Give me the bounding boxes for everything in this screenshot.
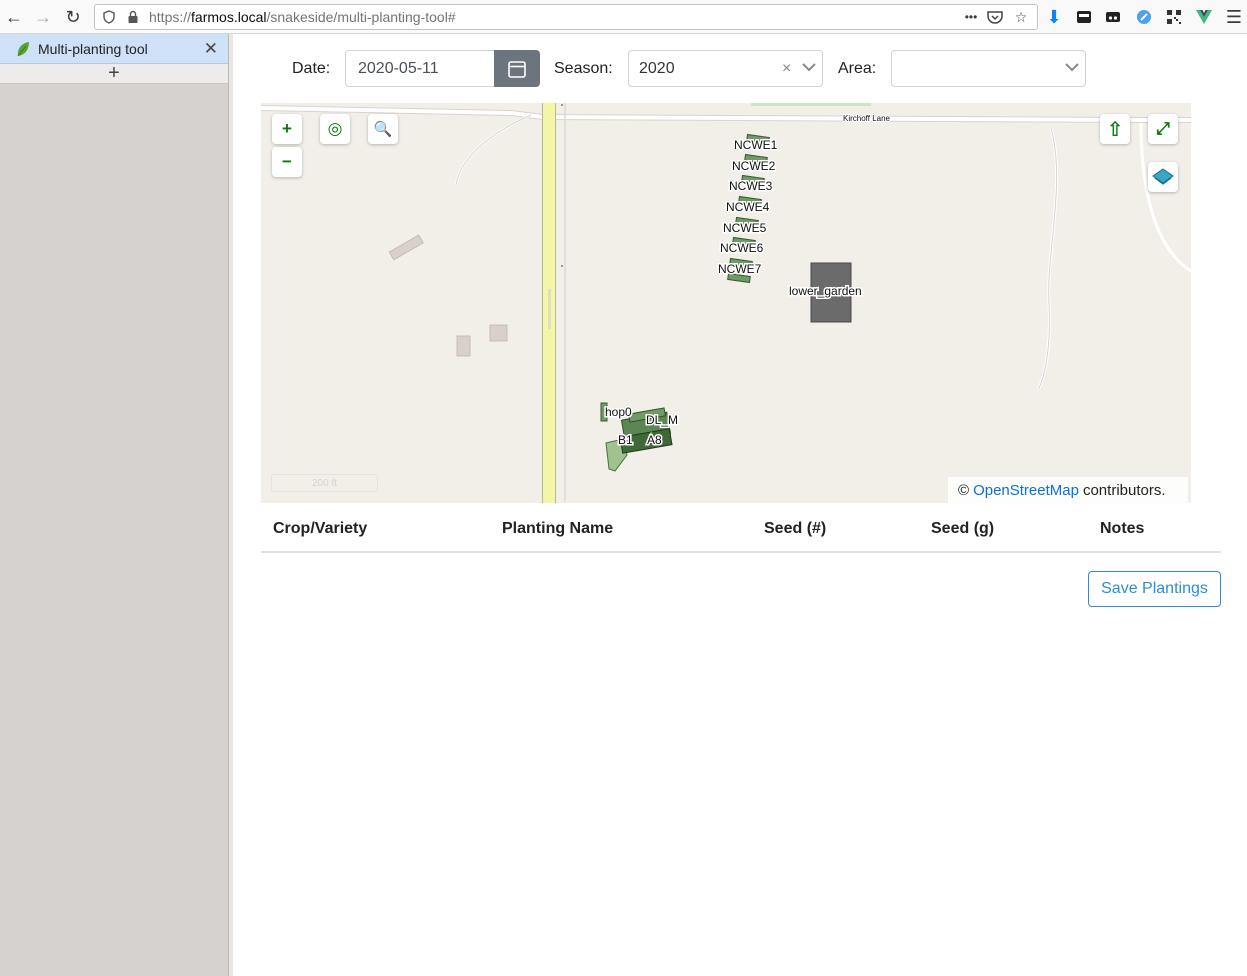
shield-icon[interactable] (99, 7, 119, 27)
save-plantings-button[interactable]: Save Plantings (1088, 571, 1221, 607)
fullscreen-icon[interactable]: ⤢ (1148, 114, 1178, 144)
area-label-ncwe3[interactable]: NCWE3 (728, 178, 775, 195)
north-arrow-icon[interactable]: ⇧ (1100, 114, 1130, 144)
openstreetmap-link[interactable]: OpenStreetMap (973, 482, 1079, 499)
season-value: 2020 (639, 59, 675, 77)
calendar-button[interactable] (494, 50, 540, 87)
column-planting-name: Planting Name (502, 520, 614, 537)
search-icon[interactable]: 🔍 (368, 114, 398, 144)
area-label-b1[interactable]: B1 (617, 432, 635, 449)
area-label: Area: (838, 60, 877, 77)
sidebar-tab-label: Multi-planting tool (38, 40, 148, 57)
downloads-icon[interactable]: ⬇ (1042, 5, 1066, 29)
area-label-hop0[interactable]: hop0 (604, 404, 634, 421)
area-label-ncwe1[interactable]: NCWE1 (733, 137, 780, 154)
area-label-ncwe5[interactable]: NCWE5 (722, 220, 769, 237)
area-label-a8[interactable]: A8 (646, 432, 664, 449)
season-label: Season: (554, 60, 613, 77)
area-select[interactable] (891, 50, 1086, 87)
leaf-icon (17, 41, 29, 56)
pocket-icon[interactable] (985, 7, 1005, 27)
new-tab-button[interactable]: + (0, 62, 228, 84)
zoom-in-button[interactable]: + (272, 114, 302, 144)
season-select[interactable]: 2020 (628, 50, 823, 87)
close-icon[interactable]: ✕ (204, 39, 218, 59)
area-label-ncwe4[interactable]: NCWE4 (725, 199, 772, 216)
page-actions-icon[interactable]: ••• (961, 7, 981, 27)
column-seed-grams: Seed (g) (931, 520, 995, 537)
map-attribution: © OpenStreetMap contributors. (948, 477, 1188, 503)
menu-icon[interactable]: ☰ (1222, 5, 1246, 29)
qr-code-icon[interactable] (1162, 5, 1186, 29)
zoom-out-button[interactable]: − (272, 147, 302, 177)
column-crop-variety: Crop/Variety (273, 520, 368, 537)
area-label-ncwe7[interactable]: NCWE7 (717, 261, 764, 278)
clear-season-icon[interactable]: × (782, 60, 791, 78)
library-icon[interactable] (1072, 5, 1096, 29)
bookmark-star-icon[interactable]: ☆ (1011, 7, 1031, 27)
map-canvas[interactable]: Kirchoff Lane NCWE1 NCWE2 NCWE3 NCWE4 NC… (261, 103, 1191, 503)
layers-icon[interactable] (1148, 162, 1178, 192)
sidebar: Multi-planting tool ✕ + (0, 34, 229, 976)
calendar-icon (508, 60, 526, 78)
area-label-ncwe6[interactable]: NCWE6 (719, 240, 766, 257)
area-label-dl-m[interactable]: DL_M (645, 412, 680, 429)
browser-toolbar: ← → ↻ https://farmos.local/snakeside/mul… (0, 0, 1247, 34)
url-text: https://farmos.local/snakeside/multi-pla… (149, 9, 456, 25)
date-label: Date: (292, 60, 331, 77)
geolocate-icon[interactable]: ◎ (320, 114, 350, 144)
reload-icon[interactable]: ↻ (61, 5, 85, 29)
plantings-table-header: Crop/Variety Planting Name Seed (#) Seed… (261, 504, 1221, 553)
sidebar-splitter[interactable] (229, 34, 233, 976)
bitwarden-icon[interactable] (1132, 5, 1156, 29)
containers-icon[interactable] (1101, 5, 1125, 29)
road-label: Kirchoff Lane (843, 114, 891, 123)
scale-line: 200 ft (271, 474, 378, 492)
area-label-ncwe2[interactable]: NCWE2 (731, 158, 778, 175)
back-icon[interactable]: ← (2, 5, 26, 29)
chevron-down-icon[interactable] (1063, 58, 1081, 76)
sidebar-tab-multi-planting[interactable]: Multi-planting tool ✕ (0, 34, 228, 64)
attribution-prefix: © (958, 481, 970, 499)
lock-icon[interactable] (123, 7, 143, 27)
vue-devtools-icon[interactable] (1192, 5, 1216, 29)
address-bar[interactable]: https://farmos.local/snakeside/multi-pla… (94, 4, 1038, 30)
column-seed-count: Seed (#) (764, 520, 827, 537)
map[interactable]: Kirchoff Lane NCWE1 NCWE2 NCWE3 NCWE4 NC… (261, 103, 1191, 503)
area-label-lower-garden[interactable]: lower_garden (788, 283, 864, 300)
date-input[interactable]: 2020-05-11 (345, 50, 496, 87)
forward-icon[interactable]: → (31, 5, 55, 29)
chevron-down-icon[interactable] (800, 58, 818, 76)
attribution-suffix: contributors. (1082, 481, 1166, 499)
column-notes: Notes (1100, 520, 1145, 537)
